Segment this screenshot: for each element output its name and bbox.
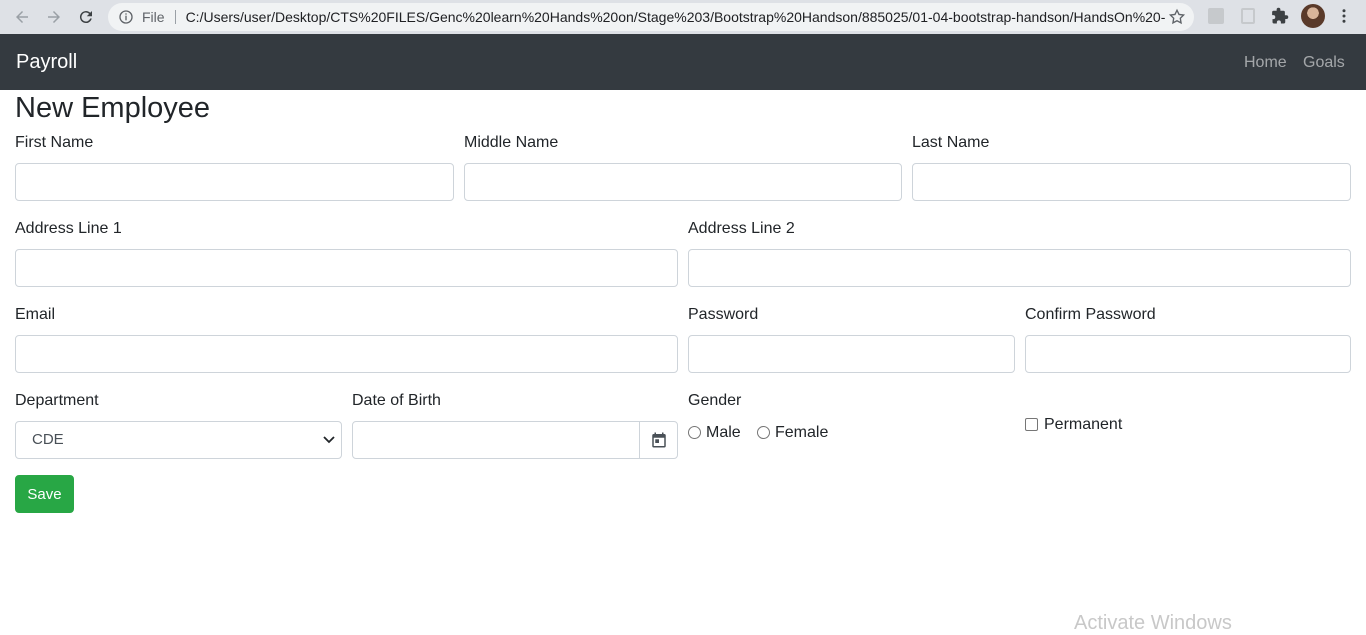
gender-label: Gender — [688, 392, 742, 409]
first-name-label: First Name — [15, 134, 94, 151]
chevron-down-icon — [323, 436, 335, 444]
save-button[interactable]: Save — [15, 475, 74, 513]
department-label: Department — [15, 392, 99, 409]
page-title: New Employee — [15, 92, 211, 124]
address-line1-input[interactable] — [15, 249, 678, 287]
browser-toolbar: File C:/Users/user/Desktop/CTS%20FILES/G… — [0, 0, 1366, 34]
windows-activation-watermark: Activate Windows — [1074, 612, 1232, 634]
reload-icon — [79, 11, 92, 24]
date-picker-button[interactable] — [639, 422, 677, 458]
url-text[interactable]: C:/Users/user/Desktop/CTS%20FILES/Genc%2… — [186, 9, 1166, 25]
info-icon — [119, 10, 133, 24]
forward-button[interactable] — [38, 3, 70, 31]
calendar-icon — [651, 432, 666, 448]
last-name-input[interactable] — [912, 163, 1351, 201]
profile-avatar[interactable] — [1301, 4, 1325, 28]
pdf-extension-icon[interactable] — [1206, 6, 1226, 26]
navbar: Payroll Home Goals — [0, 34, 1366, 90]
dob-label: Date of Birth — [352, 392, 441, 409]
address-line2-input[interactable] — [688, 249, 1351, 287]
confirm-password-label: Confirm Password — [1025, 306, 1156, 323]
email-label: Email — [15, 306, 56, 323]
back-arrow-icon — [16, 11, 28, 23]
forward-arrow-icon — [48, 11, 60, 23]
navbar-brand[interactable]: Payroll — [16, 51, 77, 74]
nav-link-home[interactable]: Home — [1244, 54, 1287, 72]
permanent-label[interactable]: Permanent — [1044, 416, 1122, 434]
first-name-input[interactable] — [15, 163, 454, 201]
permanent-checkbox[interactable] — [1025, 418, 1038, 431]
docs-extension-icon[interactable] — [1238, 6, 1258, 26]
star-icon[interactable] — [1168, 8, 1186, 26]
address-line2-label: Address Line 2 — [688, 220, 795, 237]
gender-radio-male[interactable] — [688, 426, 701, 439]
middle-name-label: Middle Name — [464, 134, 559, 151]
password-label: Password — [688, 306, 759, 323]
nav-link-goals[interactable]: Goals — [1303, 54, 1345, 72]
middle-name-input[interactable] — [464, 163, 902, 201]
address-bar[interactable]: File C:/Users/user/Desktop/CTS%20FILES/G… — [108, 3, 1194, 31]
email-input[interactable] — [15, 335, 678, 373]
reload-button[interactable] — [70, 3, 102, 31]
dob-input[interactable] — [352, 421, 678, 459]
confirm-password-input[interactable] — [1025, 335, 1351, 373]
gender-radio-female[interactable] — [757, 426, 770, 439]
scheme-label: File — [142, 10, 176, 24]
gender-option-female[interactable]: Female — [775, 424, 828, 442]
address-line1-label: Address Line 1 — [15, 220, 122, 237]
password-input[interactable] — [688, 335, 1015, 373]
department-selected-value: CDE — [32, 431, 64, 448]
menu-dots-icon[interactable] — [1334, 6, 1354, 26]
gender-option-male[interactable]: Male — [706, 424, 741, 442]
back-button[interactable] — [6, 3, 38, 31]
department-select[interactable]: CDE — [15, 421, 342, 459]
last-name-label: Last Name — [912, 134, 990, 151]
extensions-icon[interactable] — [1270, 6, 1290, 26]
